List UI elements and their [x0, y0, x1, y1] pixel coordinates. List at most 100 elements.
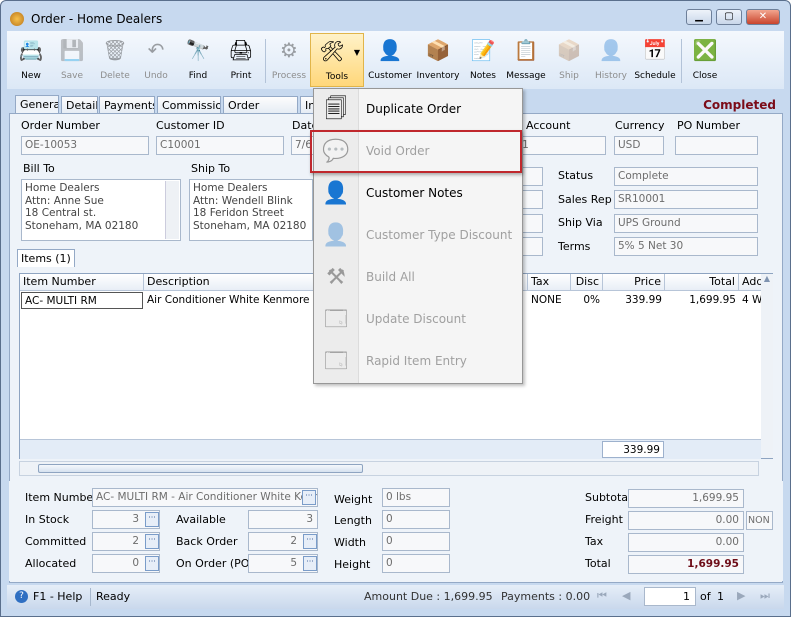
column-header-disc[interactable]: Disc	[571, 274, 603, 291]
new-button[interactable]: 📇 New	[9, 33, 53, 87]
length-field[interactable]: 0	[382, 510, 450, 529]
length-label: Length	[334, 514, 372, 527]
tab-order-history[interactable]: Order History	[223, 96, 298, 114]
tools-button[interactable]: 🛠 Tools ▼	[310, 33, 364, 87]
save-button[interactable]: 💾 Save	[50, 33, 94, 87]
terms-field[interactable]: 5% 5 Net 30	[614, 237, 758, 256]
address-line: Home Dealers	[193, 182, 268, 194]
vertical-scrollbar[interactable]	[165, 181, 179, 239]
order-number-field[interactable]: OE-10053	[21, 136, 149, 155]
save-icon: 💾	[59, 38, 85, 62]
customer-button[interactable]: 👤 Customer	[368, 33, 412, 87]
ship-via-field[interactable]: UPS Ground	[614, 214, 758, 233]
duplicate-order-icon: 🗐	[325, 97, 347, 122]
width-field[interactable]: 0	[382, 532, 450, 551]
back-order-button[interactable]: ···	[303, 534, 317, 549]
menu-item-label: Customer Notes	[366, 186, 463, 200]
history-button[interactable]: 👤 History	[589, 33, 633, 87]
item-number-field[interactable]: AC- MULTI RM - Air Conditioner White Ken…	[92, 488, 318, 507]
in-stock-button[interactable]: ···	[145, 512, 159, 527]
record-number-field[interactable]: 1	[644, 587, 696, 606]
update-discount-icon: 🗔	[324, 307, 348, 332]
close-window-button[interactable]: ✕	[746, 9, 780, 25]
on-order-button[interactable]: ···	[303, 556, 317, 571]
menu-item-duplicate-order[interactable]: 🗐 Duplicate Order	[314, 89, 522, 131]
po-number-field[interactable]	[675, 136, 758, 155]
grid-vertical-scrollbar[interactable]: ▲	[761, 274, 773, 458]
find-button[interactable]: 🔭 Find	[176, 33, 220, 87]
chevron-down-icon[interactable]: ▼	[354, 48, 360, 57]
toolbar-label: Print	[230, 71, 252, 81]
maximize-button[interactable]: ▢	[716, 9, 742, 25]
process-button[interactable]: ⚙ Process	[267, 33, 311, 87]
tab-detail[interactable]: Detail	[61, 96, 98, 114]
committed-button[interactable]: ···	[145, 534, 159, 549]
menu-item-customer-notes[interactable]: 👤 Customer Notes	[314, 173, 522, 215]
payments: Payments : 0.00	[501, 590, 591, 603]
close-button[interactable]: ❎ Close	[683, 33, 727, 87]
column-header-price[interactable]: Price	[603, 274, 665, 291]
bill-to-address[interactable]: Home Dealers Attn: Anne Sue 18 Central s…	[21, 179, 181, 241]
available-field[interactable]: 3	[248, 510, 318, 529]
customer-type-discount-icon: 👤	[322, 223, 350, 248]
cell-add[interactable]: 4 W	[739, 292, 761, 309]
in-stock-label: In Stock	[25, 513, 70, 526]
menu-item-update-discount[interactable]: 🗔 Update Discount	[314, 299, 522, 341]
committed-label: Committed	[25, 535, 87, 548]
tab-general[interactable]: General	[15, 95, 59, 114]
currency-field[interactable]: USD	[614, 136, 664, 155]
inventory-button[interactable]: 📦 Inventory	[416, 33, 460, 87]
record-count: 1	[717, 590, 724, 603]
customer-id-field[interactable]: C10001	[156, 136, 284, 155]
delete-button[interactable]: 🗑 Delete	[93, 33, 137, 87]
next-record-icon[interactable]: ▶	[737, 589, 745, 602]
tax-field: 0.00	[628, 533, 744, 552]
print-button[interactable]: 🖨 Print	[219, 33, 263, 87]
help-label[interactable]: F1 - Help	[33, 590, 82, 603]
allocated-button[interactable]: ···	[145, 556, 159, 571]
menu-item-build-all[interactable]: ⚒ Build All	[314, 257, 522, 299]
column-header-total[interactable]: Total	[665, 274, 739, 291]
on-order-label: On Order (PO)	[176, 557, 254, 570]
help-icon[interactable]: ?	[15, 590, 28, 603]
height-field[interactable]: 0	[382, 554, 450, 573]
tab-in[interactable]: In	[300, 96, 314, 114]
cell-total[interactable]: 1,699.95	[665, 292, 739, 309]
notes-button[interactable]: 📝 Notes	[461, 33, 505, 87]
highlight-box	[310, 130, 522, 173]
column-header-add[interactable]: Add	[739, 274, 762, 291]
cell-disc[interactable]: 0%	[571, 292, 603, 309]
weight-label: Weight	[334, 493, 373, 506]
menu-item-rapid-item-entry[interactable]: 🗔 Rapid Item Entry	[314, 341, 522, 383]
column-header-tax[interactable]: Tax	[528, 274, 571, 291]
cell-price[interactable]: 339.99	[603, 292, 665, 309]
first-record-icon[interactable]: ⏮	[597, 589, 607, 603]
schedule-button[interactable]: 📅 Schedule	[633, 33, 677, 87]
freight-field[interactable]: 0.00	[628, 511, 744, 530]
freight-code-field[interactable]: NON	[746, 511, 773, 530]
column-header-item-number[interactable]: Item Number	[20, 274, 144, 291]
status-field[interactable]: Complete	[614, 167, 758, 186]
toolbar-label: Close	[692, 71, 718, 81]
toolbar-label: Customer	[368, 71, 412, 81]
tab-payments[interactable]: Payments	[99, 96, 155, 114]
ship-to-address[interactable]: Home Dealers Attn: Wendell Blink 18 Feri…	[189, 179, 313, 241]
minimize-button[interactable]: ▁	[686, 9, 712, 25]
tab-commission[interactable]: Commission	[157, 96, 221, 114]
horizontal-scrollbar[interactable]	[19, 461, 759, 476]
scroll-thumb[interactable]	[38, 464, 363, 473]
message-button[interactable]: 📋 Message	[504, 33, 548, 87]
cell-item-number[interactable]: AC- MULTI RM	[21, 292, 143, 309]
item-lookup-button[interactable]: ···	[302, 490, 316, 505]
tab-items[interactable]: Items (1)	[17, 249, 75, 267]
last-record-icon[interactable]: ⏭	[760, 589, 770, 603]
app-icon	[10, 12, 24, 26]
ship-button[interactable]: 📦 Ship	[547, 33, 591, 87]
undo-button[interactable]: ↶ Undo	[134, 33, 178, 87]
sales-rep-field[interactable]: SR10001	[614, 190, 758, 209]
previous-record-icon[interactable]: ◀	[622, 589, 630, 602]
notes-icon: 📝	[470, 38, 496, 62]
cell-tax[interactable]: NONE	[528, 292, 571, 309]
weight-field[interactable]: 0 lbs	[382, 488, 450, 507]
menu-item-customer-type-discount[interactable]: 👤 Customer Type Discount	[314, 215, 522, 257]
